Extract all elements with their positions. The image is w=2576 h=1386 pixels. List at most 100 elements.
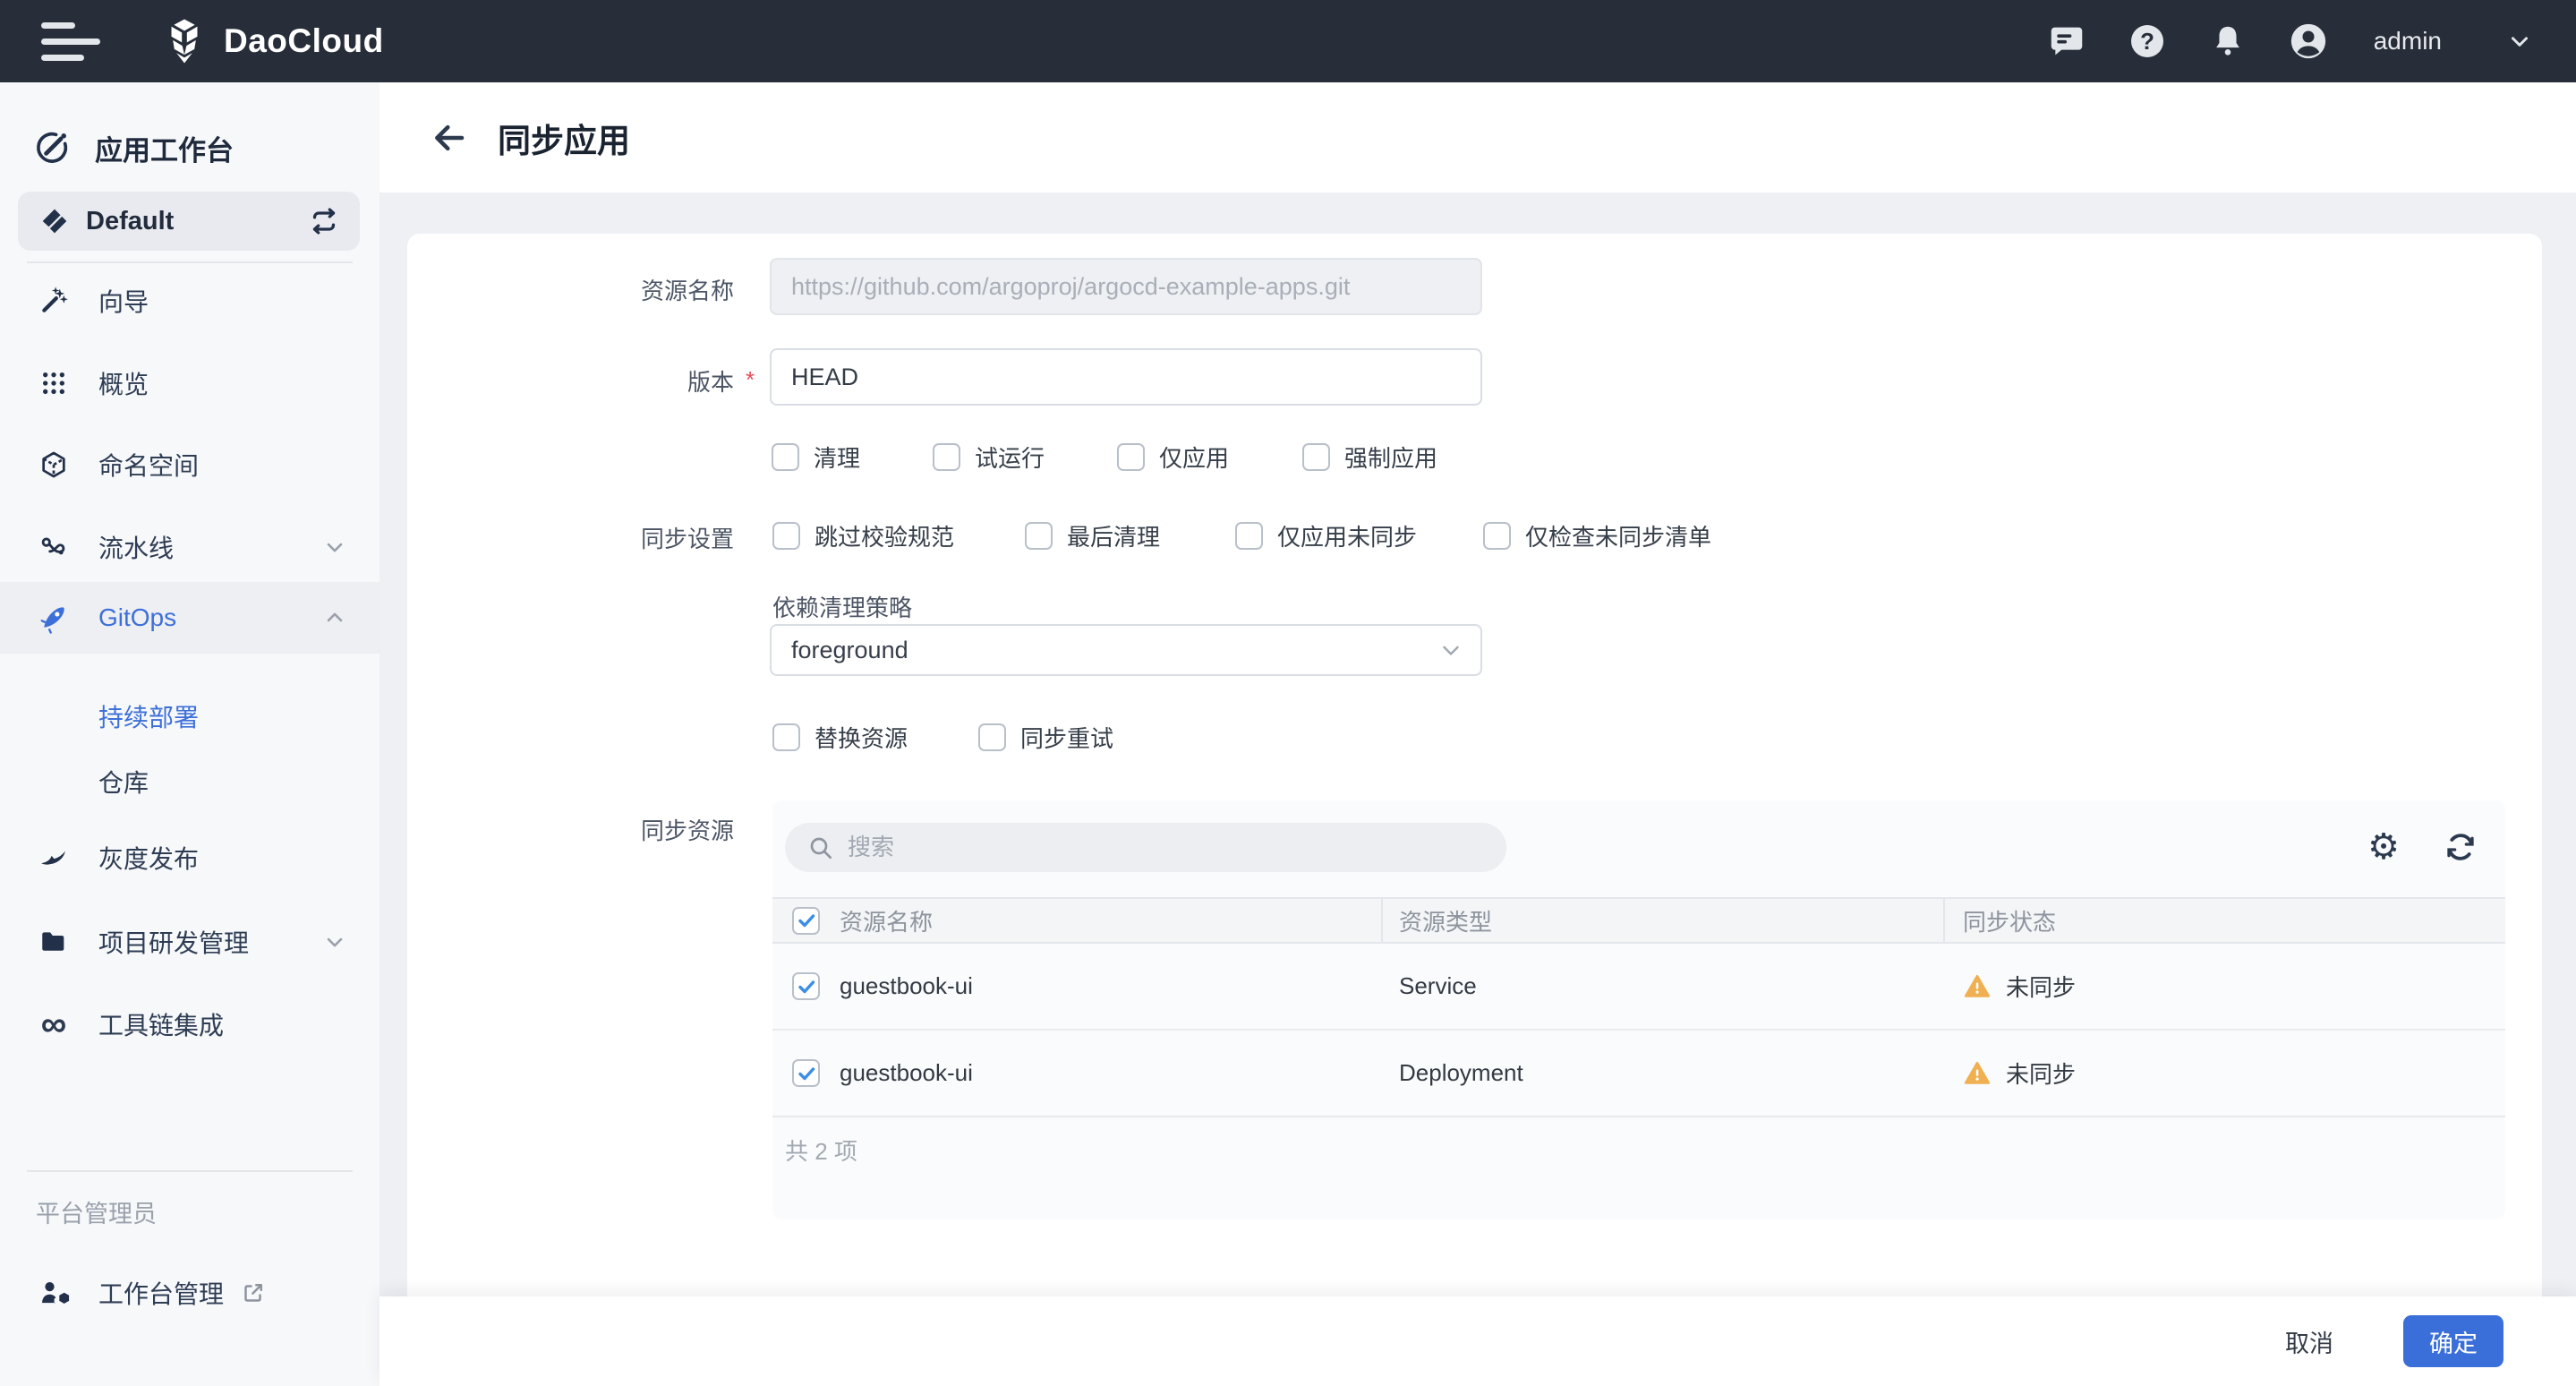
row-checkbox[interactable] [792,1059,820,1087]
help-icon[interactable]: ? [2127,21,2168,62]
sidebar-item-namespace[interactable]: 命名空间 [0,429,380,500]
resource-name: guestbook-ui [840,1059,973,1087]
resource-name-label: 资源名称 [407,273,734,306]
search-icon [806,834,835,862]
sync-status: 未同步 [2006,970,2076,1003]
checkbox-replace-resource[interactable]: 替换资源 [772,721,908,754]
footer-action-bar: 取消 确定 [380,1296,2576,1386]
grid-dots-icon [38,367,70,399]
checkbox-box[interactable] [1302,443,1330,471]
sidebar-item-label: 流水线 [98,529,174,565]
cancel-button[interactable]: 取消 [2267,1312,2351,1372]
checkbox-box[interactable] [1117,443,1145,471]
prune-policy-select[interactable]: foreground [770,624,1482,676]
confirm-button[interactable]: 确定 [2403,1315,2503,1367]
back-arrow-icon[interactable] [428,116,471,159]
platform-role-label: 平台管理员 [36,1194,157,1229]
wand-icon [38,285,70,317]
svg-text:?: ? [2140,30,2154,55]
sidebar-item-project-mgmt[interactable]: 项目研发管理 [0,906,380,978]
sidebar-item-label: 工具链集成 [98,1006,224,1042]
user-menu-chevron-down-icon[interactable] [2506,28,2533,55]
sidebar-item-toolchain[interactable]: ∞ 工具链集成 [0,988,380,1060]
sidebar-item-overview[interactable]: 概览 [0,347,380,419]
infinity-icon: ∞ [38,1008,70,1040]
pipeline-icon [38,531,70,563]
chevron-down-icon [322,929,347,954]
checkbox-prune-last[interactable]: 最后清理 [1025,519,1160,552]
column-settings-gear-icon[interactable]: ⚙ [2364,827,2403,867]
total-count-label: 共 2 项 [785,1134,857,1167]
resource-kind: Deployment [1383,1059,1945,1087]
revision-input[interactable] [770,348,1482,406]
required-asterisk: * [746,366,755,394]
checkbox-skip-schema-validation[interactable]: 跳过校验规范 [772,519,954,552]
sync-settings-label: 同步设置 [407,521,734,554]
search-input[interactable] [848,834,1474,861]
prune-policy-label: 依赖清理策略 [772,590,912,623]
chevron-down-icon [322,535,347,560]
sidebar-item-workbench-mgmt[interactable]: 工作台管理 [0,1257,380,1329]
page-title: 同步应用 [498,114,630,162]
menu-toggle-icon[interactable] [41,22,104,61]
sidebar-item-continuous-deploy[interactable]: 持续部署 [98,698,199,734]
brand-logo: DaoCloud [159,16,384,66]
column-header: 资源名称 [840,904,933,937]
checkbox-prune[interactable]: 清理 [772,441,860,474]
current-workspace-label: Default [86,207,174,236]
sync-resources-label: 同步资源 [407,813,734,846]
revision-label: 版本 [407,364,734,398]
workspace-selector[interactable]: Default [18,192,360,251]
notifications-bell-icon[interactable] [2207,21,2248,62]
warning-icon [1963,972,1992,1001]
messages-icon[interactable] [2046,21,2087,62]
sidebar-item-gray-release[interactable]: 灰度发布 [0,822,380,894]
sidebar-item-pipeline[interactable]: 流水线 [0,511,380,583]
sync-status: 未同步 [2006,1057,2076,1090]
sidebar-item-repository[interactable]: 仓库 [98,764,149,800]
table-row[interactable]: guestbook-ui Service 未同步 [772,944,2505,1031]
workspace-diamond-icon [39,206,70,236]
daocloud-logo-icon [159,16,209,66]
switch-workspace-icon[interactable] [308,205,340,237]
username-label[interactable]: admin [2374,27,2442,56]
sync-app-form-card: 资源名称 版本 * 清理 试运行 仅应用 强制应用 同步设置 跳过校验规范 最后… [407,234,2542,1353]
checkbox-box[interactable] [1483,522,1511,550]
checkbox-force-apply[interactable]: 强制应用 [1302,441,1437,474]
column-header: 同步状态 [1945,899,2503,942]
refresh-icon[interactable] [2441,827,2480,867]
resource-search[interactable] [785,823,1506,872]
checkbox-box[interactable] [772,522,800,550]
checkbox-box[interactable] [1235,522,1263,550]
sidebar-item-gitops[interactable]: GitOps [0,582,380,654]
sidebar-item-wizard[interactable]: 向导 [0,265,380,337]
checkbox-box[interactable] [933,443,960,471]
select-all-checkbox[interactable] [792,907,820,935]
user-avatar[interactable] [2288,21,2329,62]
resources-table: 资源名称 资源类型 同步状态 guestbook-ui Service [772,897,2505,1117]
table-row[interactable]: guestbook-ui Deployment 未同步 [772,1031,2505,1117]
checkbox-box[interactable] [1025,522,1053,550]
chevron-down-icon [1437,637,1464,663]
sidebar-item-label: 项目研发管理 [98,924,249,960]
topbar: DaoCloud ? [0,0,2576,82]
admin-person-cube-icon [38,1277,70,1309]
checkbox-sync-retry[interactable]: 同步重试 [978,721,1113,754]
bird-icon [38,842,70,874]
cube-icon [38,449,70,481]
checkbox-check-out-of-sync-manifest-only[interactable]: 仅检查未同步清单 [1483,519,1711,552]
checkbox-box[interactable] [772,723,800,751]
page-header: 同步应用 [380,82,2576,192]
checkbox-box[interactable] [772,443,799,471]
brand-name: DaoCloud [224,22,384,60]
checkbox-apply-only[interactable]: 仅应用 [1117,441,1229,474]
checkbox-dry-run[interactable]: 试运行 [933,441,1045,474]
sidebar-item-label: GitOps [98,603,176,632]
checkbox-box[interactable] [978,723,1006,751]
sidebar-item-label: 向导 [98,283,149,319]
row-checkbox[interactable] [792,972,820,1000]
checkbox-apply-out-of-sync-only[interactable]: 仅应用未同步 [1235,519,1417,552]
sidebar: 应用工作台 Default [0,82,380,1386]
column-header: 资源类型 [1383,899,1945,942]
table-header-row: 资源名称 资源类型 同步状态 [772,897,2505,944]
